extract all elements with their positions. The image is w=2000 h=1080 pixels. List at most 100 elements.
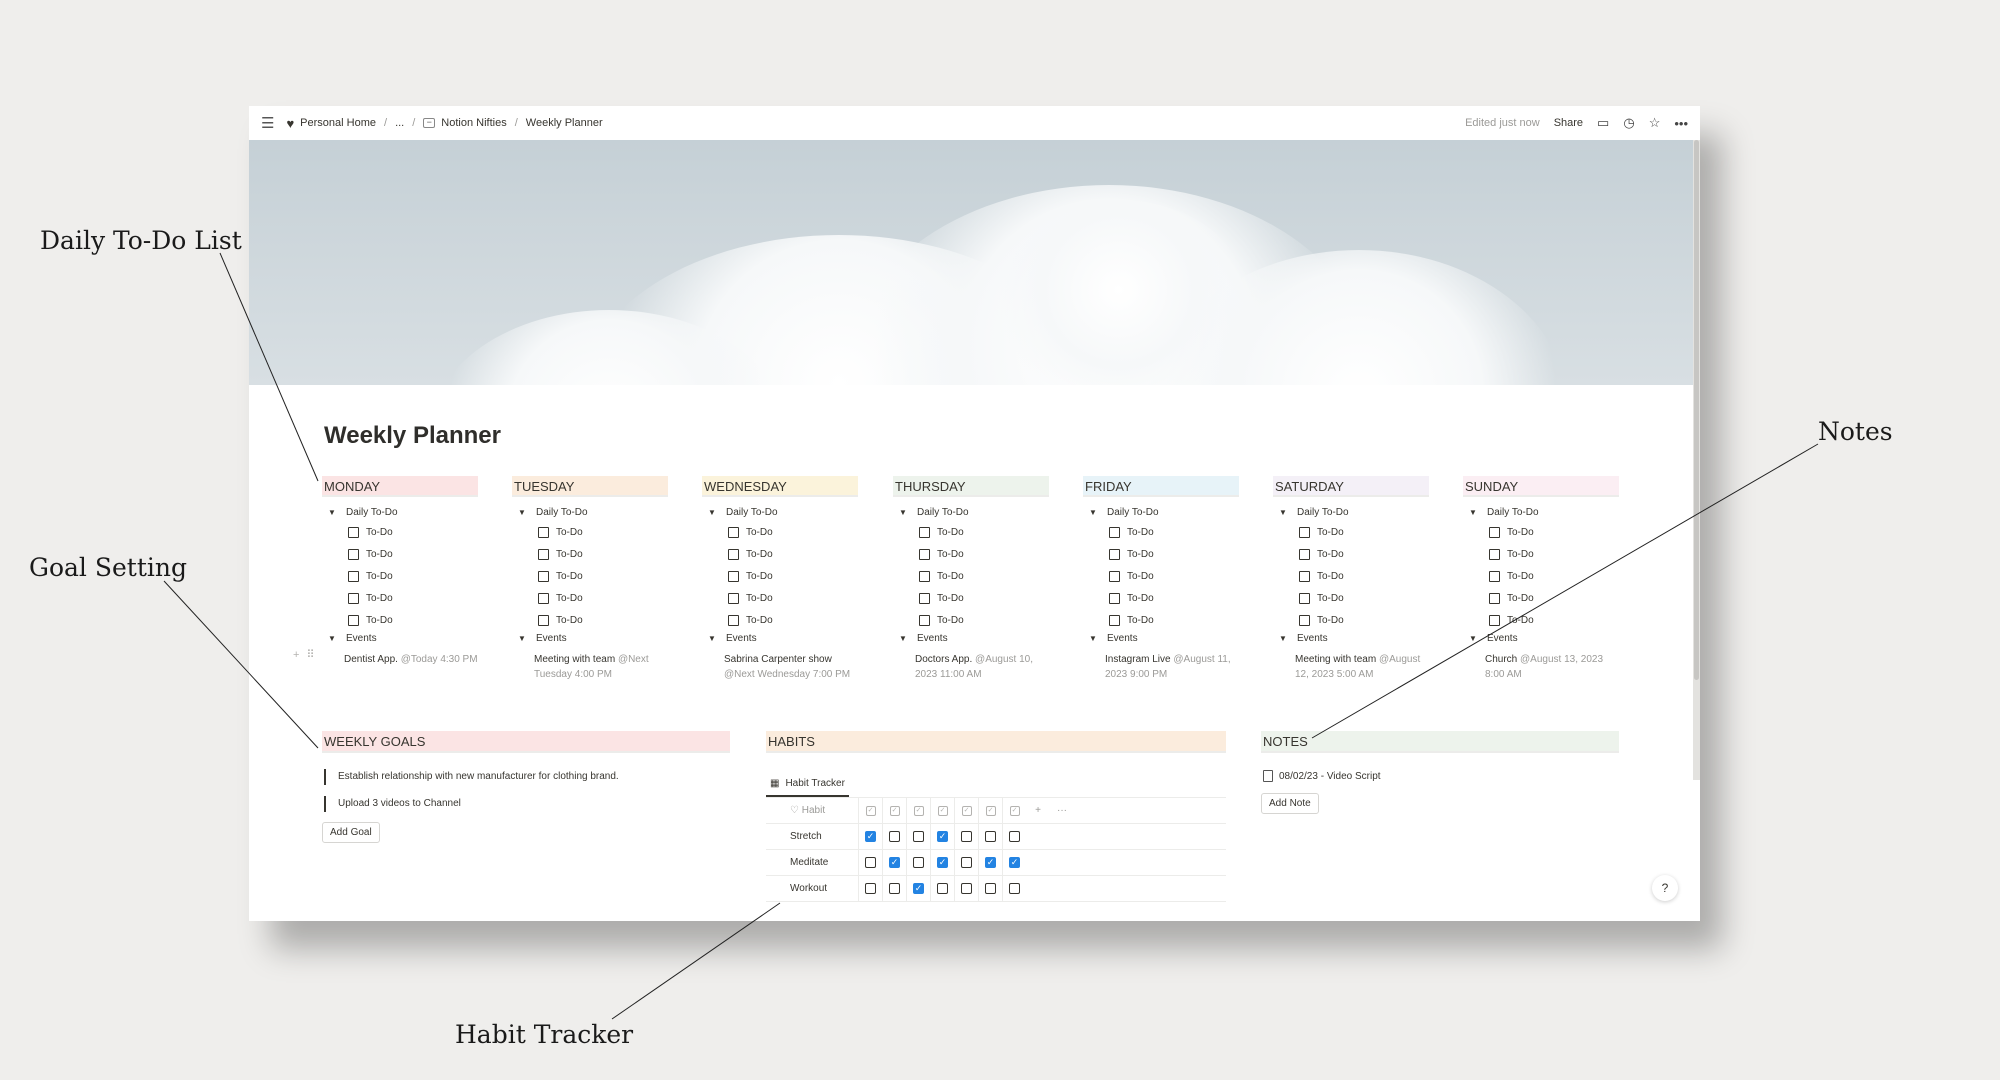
todo-item[interactable]: To-Do <box>1463 543 1619 565</box>
habit-checkbox[interactable] <box>961 883 972 894</box>
note-item[interactable]: 08/02/23 - Video Script <box>1263 770 1381 782</box>
todo-item[interactable]: To-Do <box>1463 587 1619 609</box>
habit-name[interactable]: Workout <box>766 883 858 894</box>
toggle-arrow-icon[interactable]: ▼ <box>518 634 528 643</box>
todo-label[interactable]: To-Do <box>556 615 583 626</box>
toggle-arrow-icon[interactable]: ▼ <box>899 508 909 517</box>
todo-checkbox[interactable] <box>919 548 930 560</box>
todo-label[interactable]: To-Do <box>1317 549 1344 560</box>
more-icon[interactable]: ••• <box>1674 116 1688 131</box>
comments-icon[interactable]: ▭ <box>1597 115 1609 131</box>
day-header[interactable]: WEDNESDAY <box>702 476 858 497</box>
event-item[interactable]: Doctors App. @August 10, 2023 11:00 AM <box>893 652 1049 682</box>
habit-checkbox[interactable] <box>913 831 924 842</box>
toggle-arrow-icon[interactable]: ▼ <box>518 508 528 517</box>
breadcrumb-item-weekly-planner[interactable]: Weekly Planner <box>526 117 603 129</box>
todo-item[interactable]: To-Do <box>512 565 668 587</box>
todo-item[interactable]: To-Do <box>1273 543 1429 565</box>
todo-label[interactable]: To-Do <box>1127 593 1154 604</box>
habit-checkbox[interactable]: ✓ <box>1009 857 1020 868</box>
todo-item[interactable]: To-Do <box>1083 587 1239 609</box>
todo-label[interactable]: To-Do <box>366 593 393 604</box>
todo-checkbox[interactable] <box>348 570 359 582</box>
toggle-arrow-icon[interactable]: ▼ <box>708 634 718 643</box>
todo-label[interactable]: To-Do <box>746 593 773 604</box>
todo-label[interactable]: To-Do <box>937 593 964 604</box>
daily-todo-toggle[interactable]: ▼ Daily To-Do <box>1083 507 1239 518</box>
todo-label[interactable]: To-Do <box>1127 527 1154 538</box>
habit-checkbox[interactable]: ✓ <box>937 831 948 842</box>
todo-checkbox[interactable] <box>728 570 739 582</box>
add-column-icon[interactable]: + <box>1026 805 1050 816</box>
todo-item[interactable]: To-Do <box>512 609 668 631</box>
todo-item[interactable]: To-Do <box>1273 565 1429 587</box>
todo-item[interactable]: To-Do <box>322 609 478 631</box>
day-header[interactable]: TUESDAY <box>512 476 668 497</box>
todo-item[interactable]: To-Do <box>1273 587 1429 609</box>
todo-checkbox[interactable] <box>348 592 359 604</box>
todo-label[interactable]: To-Do <box>1317 571 1344 582</box>
todo-checkbox[interactable] <box>1109 614 1120 626</box>
favorite-star-icon[interactable]: ☆ <box>1649 115 1661 131</box>
day-column-header[interactable]: ✓ <box>954 797 978 824</box>
more-options-icon[interactable]: ··· <box>1050 805 1074 816</box>
todo-label[interactable]: To-Do <box>556 571 583 582</box>
todo-item[interactable]: To-Do <box>893 521 1049 543</box>
todo-item[interactable]: To-Do <box>893 543 1049 565</box>
todo-label[interactable]: To-Do <box>1317 527 1344 538</box>
todo-item[interactable]: To-Do <box>702 565 858 587</box>
todo-checkbox[interactable] <box>538 548 549 560</box>
day-header[interactable]: FRIDAY <box>1083 476 1239 497</box>
history-icon[interactable]: ◷ <box>1623 115 1634 131</box>
todo-checkbox[interactable] <box>1109 548 1120 560</box>
day-header[interactable]: SATURDAY <box>1273 476 1429 497</box>
todo-label[interactable]: To-Do <box>937 549 964 560</box>
todo-checkbox[interactable] <box>348 614 359 626</box>
toggle-arrow-icon[interactable]: ▼ <box>1279 634 1289 643</box>
toggle-arrow-icon[interactable]: ▼ <box>328 508 338 517</box>
todo-checkbox[interactable] <box>348 526 359 538</box>
habit-checkbox[interactable] <box>865 883 876 894</box>
todo-item[interactable]: To-Do <box>1083 565 1239 587</box>
daily-todo-toggle[interactable]: ▼ Daily To-Do <box>1463 507 1619 518</box>
todo-item[interactable]: To-Do <box>1273 609 1429 631</box>
day-column-header[interactable]: ✓ <box>858 797 882 824</box>
todo-label[interactable]: To-Do <box>1127 549 1154 560</box>
todo-item[interactable]: To-Do <box>512 521 668 543</box>
events-toggle[interactable]: ▼ Events <box>512 633 668 644</box>
todo-checkbox[interactable] <box>919 526 930 538</box>
page-title[interactable]: Weekly Planner <box>324 422 501 450</box>
todo-label[interactable]: To-Do <box>1127 615 1154 626</box>
todo-item[interactable]: To-Do <box>322 587 478 609</box>
habit-checkbox[interactable]: ✓ <box>913 883 924 894</box>
todo-checkbox[interactable] <box>728 526 739 538</box>
todo-item[interactable]: To-Do <box>893 565 1049 587</box>
habit-checkbox[interactable] <box>865 857 876 868</box>
todo-item[interactable]: To-Do <box>1273 521 1429 543</box>
toggle-arrow-icon[interactable]: ▼ <box>1279 508 1289 517</box>
todo-checkbox[interactable] <box>1299 570 1310 582</box>
scrollbar-thumb[interactable] <box>1694 140 1699 680</box>
todo-checkbox[interactable] <box>1109 570 1120 582</box>
day-column-header[interactable]: ✓ <box>930 797 954 824</box>
events-toggle[interactable]: ▼ Events <box>1083 633 1239 644</box>
todo-item[interactable]: To-Do <box>322 543 478 565</box>
goal-item[interactable]: Upload 3 videos to Channel <box>324 796 461 812</box>
todo-label[interactable]: To-Do <box>746 615 773 626</box>
todo-label[interactable]: To-Do <box>1507 593 1534 604</box>
habit-checkbox[interactable] <box>985 883 996 894</box>
habit-checkbox[interactable] <box>889 883 900 894</box>
todo-item[interactable]: To-Do <box>1083 609 1239 631</box>
events-toggle[interactable]: ▼ Events <box>702 633 858 644</box>
todo-item[interactable]: To-Do <box>322 565 478 587</box>
todo-label[interactable]: To-Do <box>1317 593 1344 604</box>
todo-label[interactable]: To-Do <box>366 527 393 538</box>
todo-checkbox[interactable] <box>1299 614 1310 626</box>
todo-item[interactable]: To-Do <box>1083 543 1239 565</box>
todo-item[interactable]: To-Do <box>512 587 668 609</box>
toggle-arrow-icon[interactable]: ▼ <box>708 508 718 517</box>
todo-checkbox[interactable] <box>1299 548 1310 560</box>
habit-checkbox[interactable] <box>937 883 948 894</box>
toggle-arrow-icon[interactable]: ▼ <box>1089 634 1099 643</box>
habit-row[interactable]: Workout ✓ <box>766 875 1226 902</box>
